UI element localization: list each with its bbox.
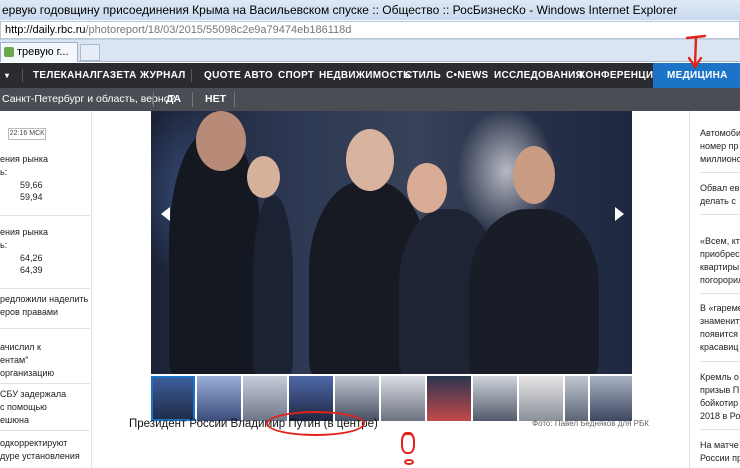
nav-item-conferences[interactable]: КОНФЕРЕНЦИИ — [579, 63, 661, 88]
favicon-icon — [4, 47, 14, 57]
tab-label: тревую г... — [17, 46, 69, 58]
news-link[interactable]: На матче — [700, 440, 739, 450]
thumbnail[interactable] — [590, 376, 632, 421]
news-link[interactable]: погорорил — [700, 275, 740, 285]
news-link[interactable]: ешюна — [0, 415, 29, 425]
red-mark-annotation — [401, 432, 415, 454]
news-link[interactable]: Кремль о — [700, 372, 739, 382]
news-link[interactable]: миллионо — [700, 154, 740, 164]
nav-item-cnews[interactable]: C•NEWS — [446, 63, 489, 88]
nav-item-sport[interactable]: СПОРТ — [278, 63, 314, 88]
time-badge: 22:16 МСК — [8, 128, 46, 140]
person-silhouette — [469, 209, 599, 374]
new-tab-button[interactable] — [80, 44, 100, 61]
rate-label: ения рынка — [0, 227, 48, 237]
thumbnail[interactable] — [473, 376, 517, 421]
news-link[interactable]: делать с — [700, 196, 736, 206]
left-sidebar: 22:16 МСК ения рынка ь: 59,66 59,94 ения… — [0, 111, 92, 468]
poll-yes-button[interactable]: ДА — [166, 88, 181, 111]
right-sidebar: Автомоби номер пр миллионо Обвал евр дел… — [689, 111, 740, 468]
person-head — [513, 146, 555, 204]
person-head — [247, 156, 280, 198]
rate-buy: 59,66 — [20, 180, 43, 190]
news-link[interactable]: организацию — [0, 368, 54, 378]
chevron-left-icon[interactable] — [161, 207, 170, 221]
news-link[interactable]: ентам" — [0, 355, 28, 365]
news-link[interactable]: номер пр — [700, 141, 739, 151]
rate-label: ения рынка — [0, 154, 48, 164]
news-link[interactable]: В «гареме — [700, 303, 740, 313]
news-link[interactable]: призыв П — [700, 385, 739, 395]
news-link[interactable]: Обвал евр — [700, 183, 740, 193]
news-link[interactable]: с помощью — [0, 402, 47, 412]
news-link[interactable]: Автомоби — [700, 128, 740, 138]
nav-item-auto[interactable]: АВТО — [244, 63, 273, 88]
thumbnail[interactable] — [381, 376, 425, 421]
rate-label: ь: — [0, 240, 8, 250]
nav-item-realty[interactable]: НЕДВИЖИМОСТЬ — [319, 63, 411, 88]
url-path: /photoreport/18/03/2015/55098c2e9a79474e… — [85, 24, 352, 36]
rate-sell: 64,39 — [20, 265, 43, 275]
thumbnail[interactable] — [197, 376, 241, 421]
news-link[interactable]: дуре установления — [0, 451, 80, 461]
thumbnail[interactable] — [565, 376, 588, 421]
poll-bar: Санкт-Петербург и область, верно? ДА НЕТ — [0, 88, 740, 111]
news-link[interactable]: 2018 в Ро — [700, 411, 740, 421]
thumbnail[interactable] — [427, 376, 471, 421]
caption-prefix: Президент России Владимир — [129, 418, 289, 430]
nav-item-newspaper[interactable]: ГАЗЕТА — [97, 63, 137, 88]
news-link[interactable]: редложили наделить — [0, 294, 88, 304]
rate-label: ь: — [0, 167, 8, 177]
news-link[interactable]: квартиры — [700, 262, 739, 272]
photo-credit: Фото: Павел Бедняков для РБК — [532, 419, 649, 428]
tab-bar: тревую г... — [0, 40, 740, 62]
news-link[interactable]: красавиц — [700, 342, 738, 352]
site-nav: ▾ ТЕЛЕКАНАЛ ГАЗЕТА ЖУРНАЛ QUOTE АВТО СПО… — [0, 63, 740, 88]
url-host: http://daily.rbc.ru — [5, 24, 86, 36]
thumbnail[interactable] — [151, 376, 195, 421]
url-field[interactable]: http://daily.rbc.ru/photoreport/18/03/20… — [0, 21, 740, 39]
person-head — [196, 111, 246, 171]
news-link[interactable]: России пр — [700, 453, 740, 463]
rate-buy: 64,26 — [20, 253, 43, 263]
address-bar: http://daily.rbc.ru/photoreport/18/03/20… — [0, 20, 740, 40]
red-mark-annotation — [404, 459, 414, 465]
thumbnail-strip — [151, 376, 632, 421]
nav-item-tv[interactable]: ТЕЛЕКАНАЛ — [33, 63, 97, 88]
news-link[interactable]: знамениту — [700, 316, 740, 326]
news-link[interactable]: ачислил к — [0, 342, 41, 352]
window-title: ервую годовщину присоединения Крыма на В… — [0, 0, 740, 20]
rate-sell: 59,94 — [20, 192, 43, 202]
red-circle-annotation — [266, 411, 365, 436]
news-link[interactable]: еров правами — [0, 307, 58, 317]
person-silhouette — [253, 196, 293, 374]
poll-question: Санкт-Петербург и область, верно? — [2, 93, 176, 105]
news-link[interactable]: одкорректируют — [0, 438, 67, 448]
news-link[interactable]: появится — [700, 329, 738, 339]
main-photo — [151, 111, 632, 374]
person-head — [346, 129, 394, 191]
nav-item-style[interactable]: СТИЛЬ — [405, 63, 441, 88]
nav-item-magazine[interactable]: ЖУРНАЛ — [140, 63, 186, 88]
browser-tab[interactable]: тревую г... — [0, 42, 78, 62]
red-arrow-annotation — [685, 34, 707, 70]
person-head — [407, 163, 447, 213]
dropdown-caret-icon[interactable]: ▾ — [5, 63, 9, 88]
thumbnail[interactable] — [519, 376, 563, 421]
news-link[interactable]: бойкотир — [700, 398, 738, 408]
news-link[interactable]: приобрес — [700, 249, 740, 259]
nav-item-research[interactable]: ИССЛЕДОВАНИЯ — [494, 63, 583, 88]
poll-no-button[interactable]: НЕТ — [205, 88, 226, 111]
news-link[interactable]: СБУ задержала — [0, 389, 66, 399]
chevron-right-icon[interactable] — [615, 207, 624, 221]
nav-item-quote[interactable]: QUOTE — [204, 63, 241, 88]
news-link[interactable]: «Всем, кто — [700, 236, 740, 246]
